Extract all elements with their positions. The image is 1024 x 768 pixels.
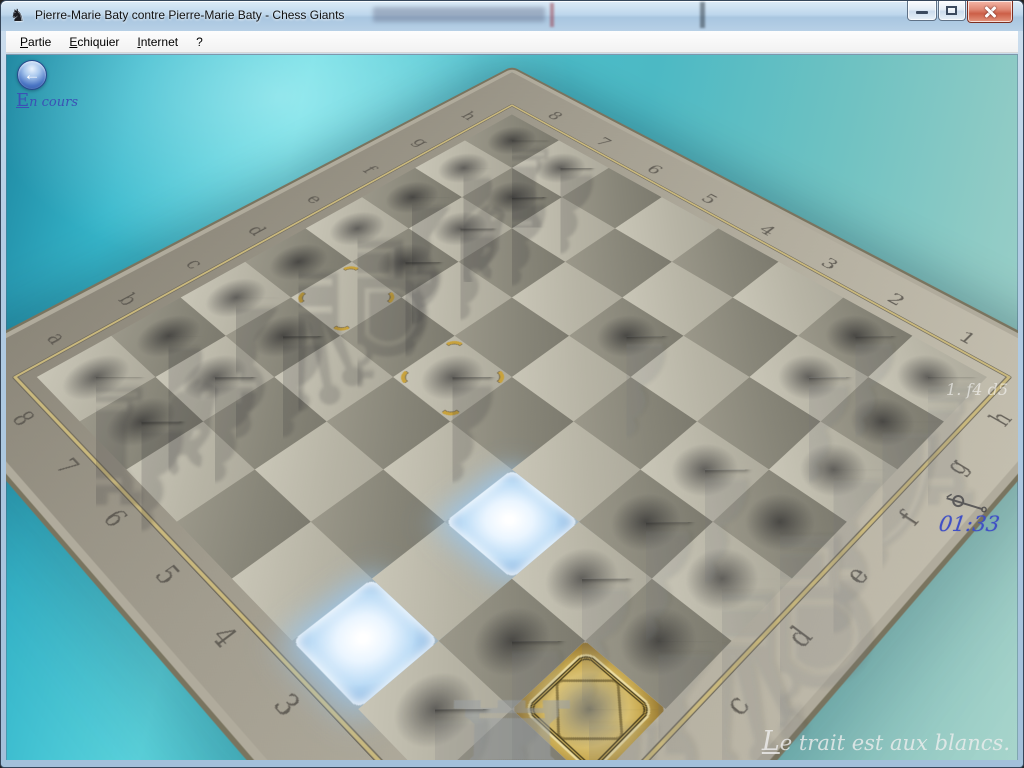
file-label-near-c: c <box>712 682 763 729</box>
rank-label-right-6: 6 <box>638 160 670 179</box>
background-window-edge <box>550 3 554 27</box>
board-plane: 11aa22bb33cc44dd55ee66ff77gg88hh♜♞♟♝♟♚♟♛… <box>6 72 1018 760</box>
piece-white-rook-a1[interactable]: ♜ <box>431 709 593 760</box>
last-move-mark-icon <box>371 290 395 305</box>
file-label-near-h: h <box>981 404 1018 435</box>
minimize-button[interactable] <box>907 1 937 21</box>
file-label-near-g: g <box>936 450 979 483</box>
game-status-label: En cours <box>16 90 78 111</box>
menu-internet[interactable]: Internet <box>128 33 187 51</box>
rank-label-left-6: 6 <box>93 501 138 537</box>
last-move-mark-icon <box>330 315 355 331</box>
move-list: 1. f4 d5 <box>946 380 1008 399</box>
back-arrow-icon: ← <box>24 65 41 84</box>
rank-label-left-3: 3 <box>261 682 312 729</box>
rank-label-left-8: 8 <box>6 404 43 435</box>
black-pawn-icon: ♟ <box>394 279 511 383</box>
menu-bar: Partie Echiquier Internet ? <box>6 31 1018 53</box>
file-label-near-d: d <box>776 616 825 659</box>
rank-label-right-4: 4 <box>750 220 784 242</box>
close-icon <box>984 6 996 18</box>
last-move-mark-icon <box>338 266 362 280</box>
maximize-button[interactable] <box>938 1 966 21</box>
background-window-edge <box>700 2 705 28</box>
back-button[interactable]: ← <box>17 60 47 90</box>
window-controls <box>906 1 1013 23</box>
close-button[interactable] <box>967 1 1013 23</box>
menu-echiquier[interactable]: Echiquier <box>60 33 128 51</box>
turn-message: Le trait est aux blancs. <box>762 726 1010 757</box>
black-pawn-icon: ♟ <box>81 320 202 428</box>
menu-partie[interactable]: Partie <box>11 33 60 51</box>
chess-giants-window: ♞ Pierre-Marie Baty contre Pierre-Marie … <box>0 0 1024 768</box>
menu-help[interactable]: ? <box>187 33 212 51</box>
file-label-near-e: e <box>834 556 881 595</box>
maximize-icon <box>946 6 957 15</box>
rank-label-left-2: 2 <box>329 754 383 760</box>
black-pawn-icon: ♟ <box>353 174 458 267</box>
rank-label-left-4: 4 <box>200 616 249 659</box>
white-pawn-icon: ♟ <box>360 582 511 717</box>
white-knight-icon: ♞ <box>484 531 693 717</box>
game-viewport: 11aa22bb33cc44dd55ee66ff77gg88hh♜♞♟♝♟♚♟♛… <box>6 54 1018 760</box>
rank-label-left-5: 5 <box>144 556 191 595</box>
file-label-near-b: b <box>642 754 696 760</box>
game-clock: 01:33 <box>938 512 1002 536</box>
window-title: Pierre-Marie Baty contre Pierre-Marie Ba… <box>35 8 344 22</box>
title-bar[interactable]: ♞ Pierre-Marie Baty contre Pierre-Marie … <box>1 1 1023 31</box>
minimize-icon <box>916 11 928 14</box>
rank-label-right-5: 5 <box>692 189 725 209</box>
background-window-ghost <box>373 7 545 22</box>
chess-knight-icon: ♞ <box>10 6 30 26</box>
rank-label-left-7: 7 <box>46 450 89 483</box>
